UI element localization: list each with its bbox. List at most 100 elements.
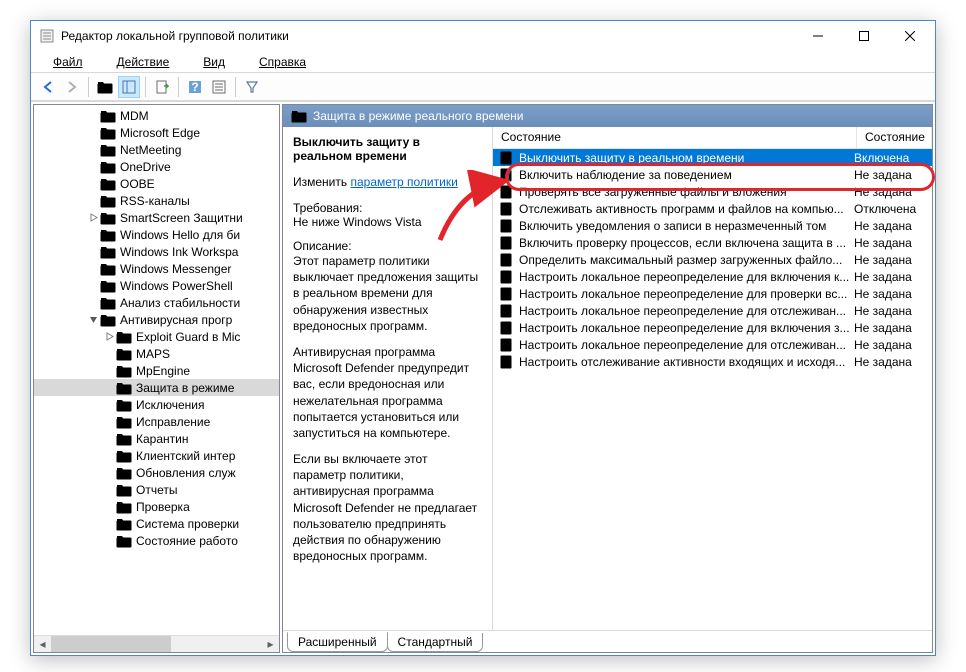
tree-pane: MDMMicrosoft EdgeNetMeetingOneDriveOOBE R… (33, 104, 280, 653)
policy-row[interactable]: Настроить локальное переопределение для … (493, 336, 932, 353)
folder-icon (100, 160, 116, 174)
tab-standard[interactable]: Стандартный (387, 633, 484, 652)
expand-icon[interactable] (102, 330, 116, 344)
tree-item-label: Система проверки (136, 517, 239, 531)
policy-row[interactable]: Включить наблюдение за поведениемНе зада… (493, 166, 932, 183)
expander-placeholder (86, 160, 100, 174)
policy-state: Не задана (854, 270, 926, 284)
policy-icon (499, 236, 515, 250)
expander-placeholder (86, 228, 100, 242)
expand-icon[interactable] (86, 211, 100, 225)
tree-item[interactable]: Состояние работо (34, 532, 279, 549)
tree-item[interactable]: Исправление (34, 413, 279, 430)
tree-item[interactable]: OOBE (34, 175, 279, 192)
folder-icon (116, 415, 132, 429)
scroll-left-button[interactable]: ◂ (34, 636, 51, 652)
tab-extended[interactable]: Расширенный (287, 632, 388, 652)
tree-item[interactable]: Карантин (34, 430, 279, 447)
policy-name: Включить наблюдение за поведением (519, 168, 854, 182)
tree-hscroll[interactable]: ◂ ▸ (34, 635, 279, 652)
tree-item[interactable]: Windows Hello для би (34, 226, 279, 243)
policy-state: Отключена (854, 202, 926, 216)
tree-item[interactable]: Анализ стабильности (34, 294, 279, 311)
policy-row[interactable]: Настроить локальное переопределение для … (493, 319, 932, 336)
menu-file[interactable]: Файл (37, 53, 99, 71)
minimize-button[interactable] (795, 21, 841, 51)
tree-item[interactable]: Отчеты (34, 481, 279, 498)
policy-detail-pane: Выключить защиту в реальном времени Изме… (283, 127, 493, 630)
tree-item-label: MDM (120, 109, 149, 123)
tree-item[interactable]: Windows Ink Workspa (34, 243, 279, 260)
tree-item[interactable]: Защита в режиме (34, 379, 279, 396)
tree-item[interactable]: Exploit Guard в Mic (34, 328, 279, 345)
up-button[interactable] (94, 76, 116, 98)
col-name[interactable]: Состояние (493, 127, 857, 148)
scroll-right-button[interactable]: ▸ (262, 636, 279, 652)
tree-item[interactable]: Windows PowerShell (34, 277, 279, 294)
description-label: Описание: (293, 239, 482, 253)
policy-row[interactable]: Отслеживать активность программ и файлов… (493, 200, 932, 217)
tree-item[interactable]: Антивирусная прогр (34, 311, 279, 328)
col-state[interactable]: Состояние (857, 127, 932, 148)
policy-state: Не задана (854, 304, 926, 318)
tree-item-label: RSS-каналы (120, 194, 190, 208)
description-p1: Этот параметр политики выключает предлож… (293, 253, 482, 334)
back-button[interactable] (37, 76, 59, 98)
tree-item[interactable]: Microsoft Edge (34, 124, 279, 141)
help-button[interactable]: ? (184, 76, 206, 98)
close-button[interactable] (887, 21, 933, 51)
tree-item[interactable]: Клиентский интер (34, 447, 279, 464)
tree-item-label: Исправление (136, 415, 210, 429)
properties-button[interactable] (208, 76, 230, 98)
forward-button[interactable] (61, 76, 83, 98)
tree-item[interactable]: MAPS (34, 345, 279, 362)
tree-item[interactable]: Исключения (34, 396, 279, 413)
folder-icon (100, 313, 116, 327)
folder-icon (116, 500, 132, 514)
policy-row[interactable]: Настроить локальное переопределение для … (493, 285, 932, 302)
tree-item[interactable]: OneDrive (34, 158, 279, 175)
expander-placeholder (102, 347, 116, 361)
policy-row[interactable]: Настроить локальное переопределение для … (493, 302, 932, 319)
policy-row[interactable]: Проверять все загруженные файлы и вложен… (493, 183, 932, 200)
tree-item[interactable]: MDM (34, 107, 279, 124)
tree-item[interactable]: Обновления служ (34, 464, 279, 481)
tree-item[interactable]: RSS-каналы (34, 192, 279, 209)
policy-row[interactable]: Настроить отслеживание активности входящ… (493, 353, 932, 370)
export-button[interactable] (151, 76, 173, 98)
collapse-icon[interactable] (86, 313, 100, 327)
scroll-thumb[interactable] (51, 636, 171, 652)
policy-state: Не задана (854, 321, 926, 335)
folder-icon (100, 177, 116, 191)
policy-row[interactable]: Включить уведомления о записи в неразмеч… (493, 217, 932, 234)
policy-row[interactable]: Настроить локальное переопределение для … (493, 268, 932, 285)
policy-name: Настроить локальное переопределение для … (519, 287, 854, 301)
policy-icon (499, 253, 515, 267)
tree-item[interactable]: Windows Messenger (34, 260, 279, 277)
folder-icon (116, 466, 132, 480)
folder-icon (116, 330, 132, 344)
policy-row[interactable]: Определить максимальный размер загруженн… (493, 251, 932, 268)
tree-item[interactable]: MpEngine (34, 362, 279, 379)
edit-policy-link[interactable]: параметр политики (350, 175, 457, 189)
menu-help[interactable]: Справка (243, 53, 322, 71)
filter-button[interactable] (241, 76, 263, 98)
folder-icon (116, 364, 132, 378)
expander-placeholder (86, 245, 100, 259)
tree-item[interactable]: Проверка (34, 498, 279, 515)
tree-item[interactable]: NetMeeting (34, 141, 279, 158)
tree-item[interactable]: Система проверки (34, 515, 279, 532)
expander-placeholder (102, 483, 116, 497)
show-hide-tree-button[interactable] (118, 76, 140, 98)
tree-item[interactable]: SmartScreen Защитни (34, 209, 279, 226)
policy-row[interactable]: Включить проверку процессов, если включе… (493, 234, 932, 251)
menubar: Файл Действие Вид Справка (31, 51, 935, 73)
policy-name: Включить уведомления о записи в неразмеч… (519, 219, 854, 233)
folder-icon (116, 483, 132, 497)
maximize-button[interactable] (841, 21, 887, 51)
policy-row[interactable]: Выключить защиту в реальном времениВключ… (493, 149, 932, 166)
expander-placeholder (86, 143, 100, 157)
menu-action[interactable]: Действие (101, 53, 186, 71)
tree-item-label: Windows PowerShell (120, 279, 233, 293)
menu-view[interactable]: Вид (187, 53, 241, 71)
